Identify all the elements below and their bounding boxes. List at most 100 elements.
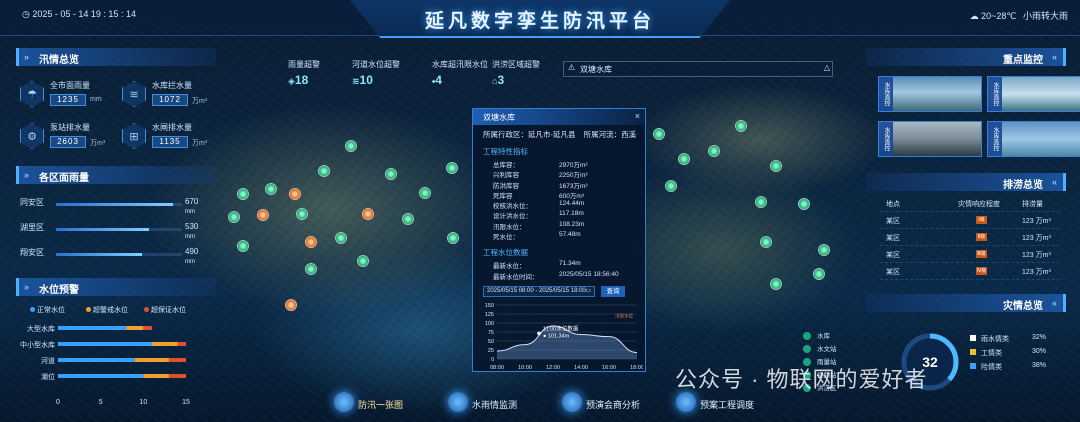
map-marker[interactable]	[708, 145, 720, 157]
map-marker-alert[interactable]	[305, 236, 317, 248]
stat-value: 1072	[152, 94, 188, 106]
map-marker[interactable]	[335, 232, 347, 244]
stat-label: 水库拦水量	[152, 81, 192, 90]
level-area-chart: 0 25 50 75 100 125 150 08:00 10:00 12:00 14:00 16:0…	[485, 303, 643, 371]
top-stat-label: 雨量超警	[288, 60, 320, 69]
nav-water-rain[interactable]: 水雨情监测	[448, 392, 517, 412]
map-marker[interactable]	[305, 263, 317, 275]
clock-icon: ◷	[22, 9, 30, 19]
spec-value: 117.18m	[559, 210, 584, 218]
nav-rehearsal[interactable]: 预演会商分析	[562, 392, 640, 412]
table-row[interactable]: 某区 Ⅲ级 123 万m³	[880, 246, 1060, 263]
drainage-title: 排涝总览	[1003, 180, 1043, 191]
table-row[interactable]: 某区 Ⅱ级 123 万m³	[880, 229, 1060, 246]
cell-place: 某区	[886, 252, 900, 259]
district-row[interactable]: 湖里区 530 mm	[20, 222, 208, 240]
map-marker[interactable]	[296, 208, 308, 220]
map-marker[interactable]	[357, 255, 369, 267]
map-marker[interactable]	[318, 165, 330, 177]
query-button[interactable]: 查询	[601, 286, 625, 297]
monitor-video[interactable]: 水库直控	[987, 121, 1080, 157]
date-range-input[interactable]: 2025/05/15 08:00 - 2025/05/15 18:00 ▭	[483, 286, 595, 297]
calendar-icon: ▭	[585, 288, 591, 294]
monitor-video[interactable]: 水库直控	[987, 76, 1080, 112]
map-marker[interactable]	[770, 160, 782, 172]
top-stat-label: 水库超汛限水位	[432, 60, 488, 69]
stat-pump: ⚙ 泵站排水量 2603 万m³	[20, 120, 110, 154]
warning-icon-right: △	[823, 63, 830, 72]
rain-bar-fill	[56, 228, 150, 231]
monitor-video[interactable]: 水库直控	[878, 76, 982, 112]
y-tick-label: 100	[485, 321, 494, 327]
spec-value: 108.23m	[559, 220, 585, 228]
warning-icon: ⚠	[568, 63, 576, 72]
legend-item[interactable]: 水文站	[803, 343, 837, 356]
level-badge: Ⅱ级	[976, 233, 987, 241]
top-stat-flood[interactable]: 洪涝区域超警 ⌂3	[492, 59, 540, 87]
map-marker[interactable]	[665, 180, 677, 192]
map-marker[interactable]	[228, 211, 240, 223]
legend-item[interactable]: 水库	[803, 330, 837, 343]
spec-list: 总库容： 2970万m³ 兴利库容 2250万m³ 防洪库容 1673万m³ 死库容 600万…	[473, 159, 645, 241]
map-marker-alert[interactable]	[285, 299, 297, 311]
spec-row: 总库容： 2970万m³	[473, 159, 645, 169]
wave-icon: ≋	[352, 76, 360, 86]
disaster-header: 灾情总览 «	[866, 294, 1066, 312]
map-marker[interactable]	[735, 120, 747, 132]
map-marker[interactable]	[419, 187, 431, 199]
popup-header: 双塘水库 ×	[473, 109, 645, 125]
spec-row: 死水位： 57.48m	[473, 231, 645, 241]
map-marker[interactable]	[760, 236, 772, 248]
cell-place: 某区	[886, 218, 900, 225]
map-marker[interactable]	[446, 162, 458, 174]
district-row[interactable]: 翔安区 490 mm	[20, 247, 208, 265]
map-marker[interactable]	[345, 140, 357, 152]
table-row[interactable]: 某区 Ⅳ级 123 万m³	[880, 263, 1060, 280]
y-tick-label: 50	[488, 339, 494, 345]
category-label: 中小型水库	[20, 340, 55, 349]
map-marker-alert[interactable]	[257, 209, 269, 221]
map-marker[interactable]	[813, 268, 825, 280]
top-stat-reservoir[interactable]: 水库超汛限水位 ⬩4	[432, 59, 488, 87]
threshold-label: 汛限水位	[615, 313, 633, 320]
map-marker[interactable]	[770, 278, 782, 290]
y-tick-label: 125	[485, 312, 494, 318]
map-icon	[334, 392, 354, 412]
district-row[interactable]: 同安区 670 mm	[20, 197, 208, 215]
chevron-icon: «	[1051, 52, 1057, 62]
spec-row: 校核洪水位： 124.44m	[473, 200, 645, 210]
category-label: 河道	[41, 356, 55, 365]
nav-flood-map[interactable]: 防汛一张图	[334, 392, 403, 412]
bar-segment	[58, 358, 135, 362]
cell-level: Ⅲ级	[976, 250, 987, 258]
map-marker[interactable]	[237, 240, 249, 252]
table-row[interactable]: 某区 Ⅰ级 123 万m³	[880, 212, 1060, 229]
close-icon[interactable]: ×	[635, 111, 640, 121]
map-marker[interactable]	[678, 153, 690, 165]
top-stat-rain[interactable]: 雨量超警 ◈18	[288, 59, 320, 87]
popup-river: 所属河流：西溪	[583, 130, 637, 139]
map-marker[interactable]	[755, 196, 767, 208]
map-marker[interactable]	[798, 198, 810, 210]
map-marker-alert[interactable]	[362, 208, 374, 220]
annotation-label: 11:00水位数据	[543, 324, 579, 332]
map-marker[interactable]	[237, 188, 249, 200]
stat-unit: 万m³	[192, 98, 208, 105]
monitor-video[interactable]: 水库直控	[878, 121, 982, 157]
map-marker[interactable]	[818, 244, 830, 256]
map-marker[interactable]	[402, 213, 414, 225]
watermark: 公众号 · 物联网的爱好者	[675, 367, 928, 392]
map-marker-alert[interactable]	[289, 188, 301, 200]
map-marker[interactable]	[653, 128, 665, 140]
map-marker[interactable]	[447, 232, 459, 244]
spec-value: 124.44m	[559, 200, 585, 208]
map-marker[interactable]	[385, 168, 397, 180]
pump-icon: ⚙	[20, 123, 44, 149]
drainage-table: 地点 灾情响应程度 排涝量 某区 Ⅰ级 123 万m³ 某区 Ⅱ级 123 万m³ 某区 Ⅲ级…	[880, 195, 1060, 280]
weather-info: ☁ 20~28℃ 小雨转大雨	[970, 9, 1068, 22]
nav-dispatch[interactable]: 预案工程调度	[676, 392, 754, 412]
disaster-item: 险情类 38%	[970, 362, 1046, 372]
top-stat-river[interactable]: 河道水位超警 ≋10	[352, 59, 400, 87]
alert-bar[interactable]: ⚠ 双塘水库 △	[563, 61, 833, 77]
map-marker[interactable]	[265, 183, 277, 195]
